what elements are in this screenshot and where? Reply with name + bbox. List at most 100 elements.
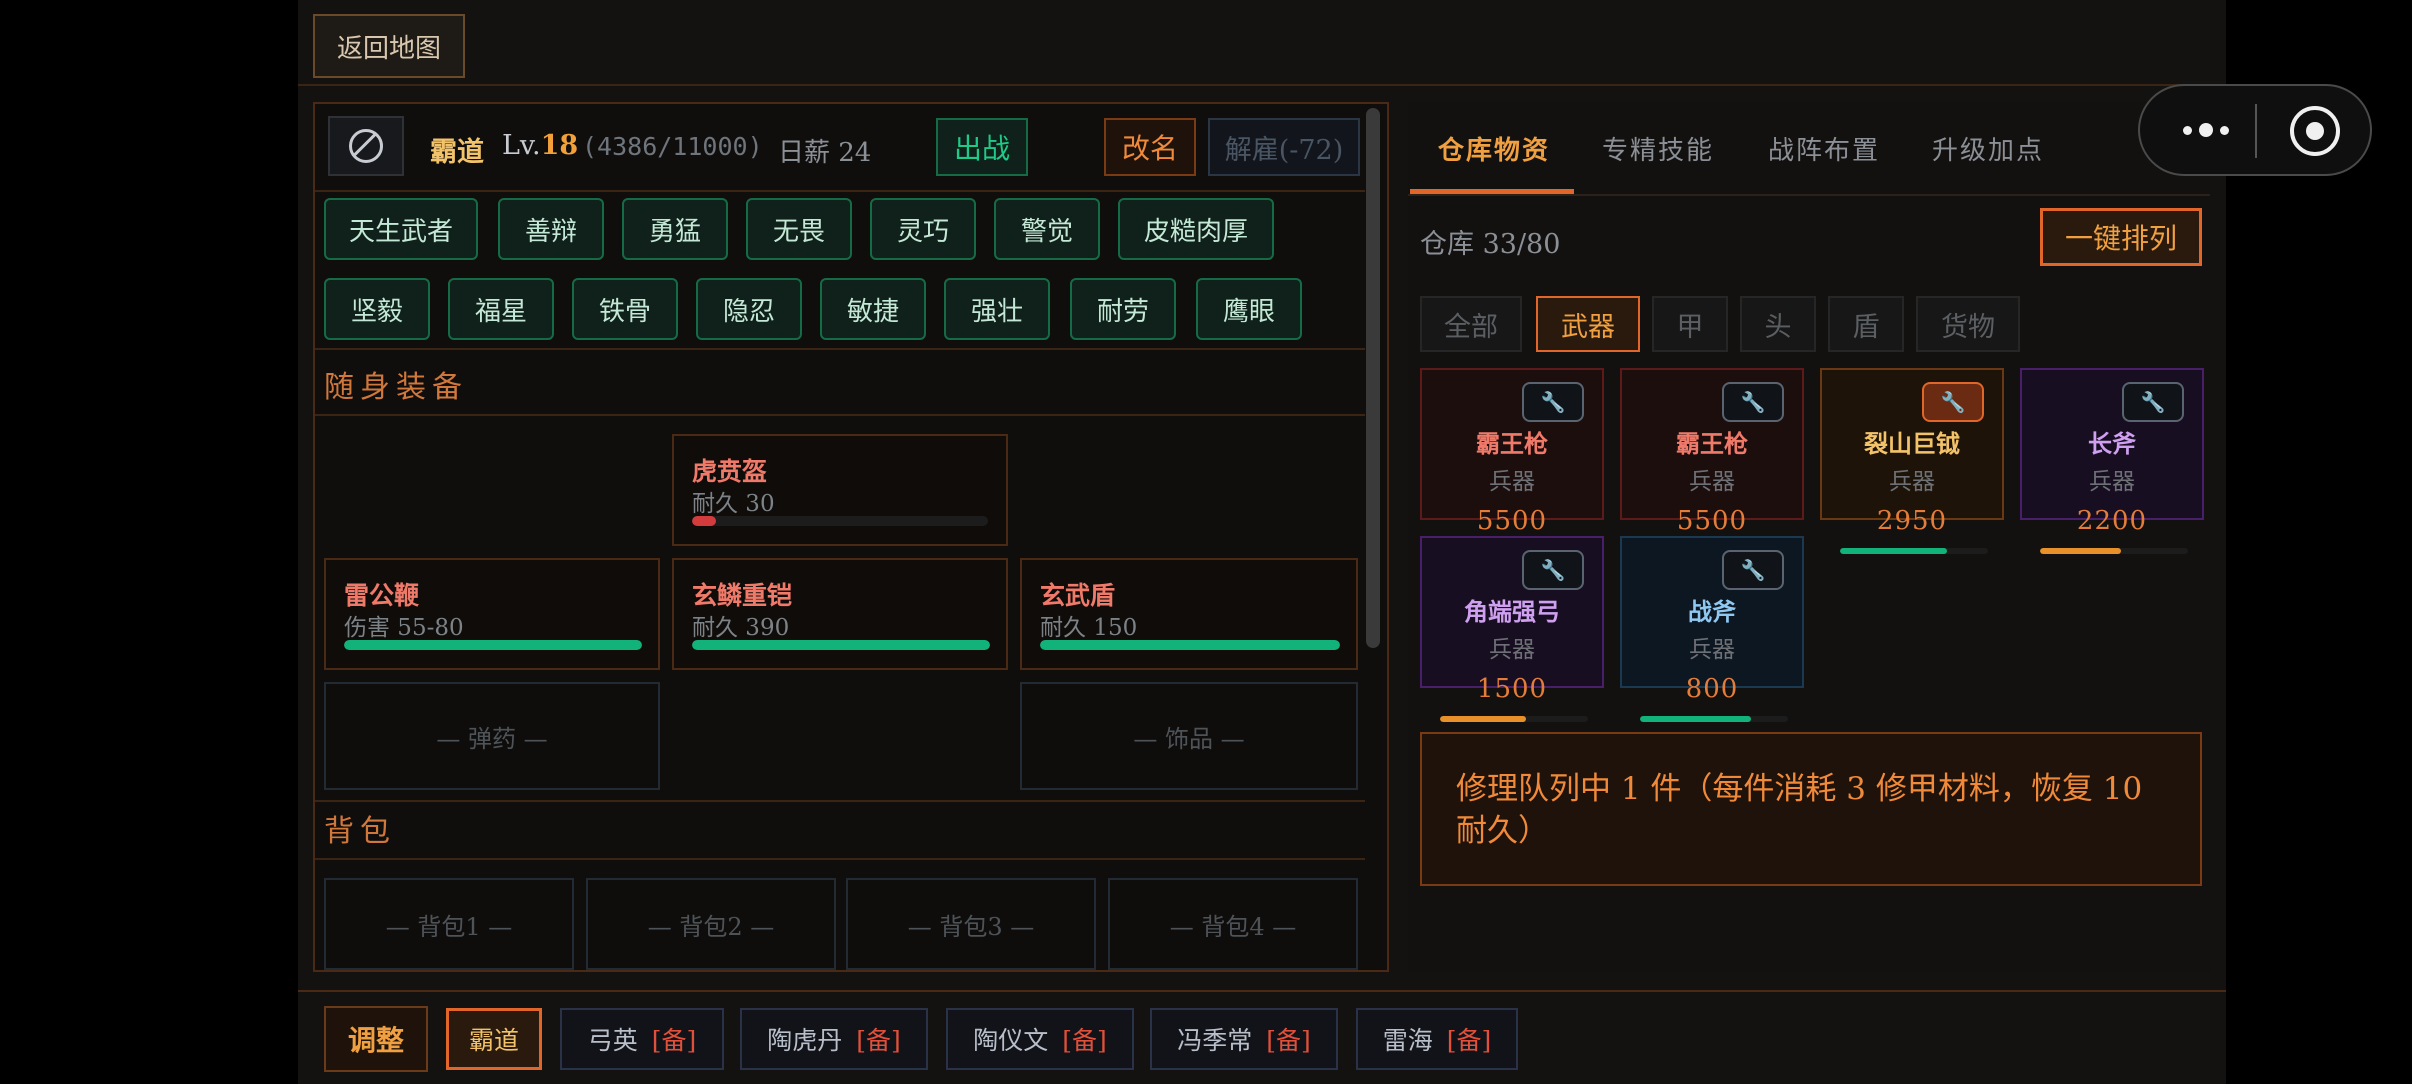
item-durability-fill — [1840, 548, 1947, 554]
item-durability-bar — [2040, 548, 2188, 554]
category-goods[interactable]: 货物 — [1916, 296, 2020, 352]
item-price: 5500 — [1476, 506, 1548, 536]
bottom-divider — [298, 990, 2226, 992]
backpack-slot[interactable]: — 背包3 — — [846, 878, 1096, 970]
squad-member[interactable]: 弓英 [备] — [560, 1008, 724, 1070]
tab-upgrade[interactable]: 升级加点 — [1932, 130, 2044, 167]
weapon-stat: 伤害 55-80 — [344, 615, 464, 641]
item-name: 角端强弓 — [1464, 597, 1560, 626]
back-to-map-button[interactable]: 返回地图 — [313, 14, 465, 78]
item-type: 兵器 — [1489, 637, 1535, 663]
trait-tag[interactable]: 天生武者 — [324, 198, 478, 260]
squad-member[interactable]: 陶虎丹 [备] — [740, 1008, 928, 1070]
tab-skills[interactable]: 专精技能 — [1602, 130, 1714, 167]
trait-tag[interactable]: 警觉 — [994, 198, 1100, 260]
backpack-divider — [315, 858, 1365, 860]
item-durability-bar — [1640, 716, 1788, 722]
panel-scrollbar[interactable] — [1366, 108, 1380, 648]
backpack-slot[interactable]: — 背包1 — — [324, 878, 574, 970]
category-head[interactable]: 头 — [1740, 296, 1816, 352]
more-dots-icon[interactable] — [2170, 110, 2242, 150]
trait-tag[interactable]: 无畏 — [746, 198, 852, 260]
helmet-stat: 耐久 30 — [692, 491, 775, 517]
hero-salary: 日薪 24 — [778, 138, 872, 168]
item-card[interactable]: 🔧 战斧 兵器 800 — [1620, 536, 1804, 722]
backpack-slot[interactable]: — 背包2 — — [586, 878, 836, 970]
accessory-slot[interactable]: — 饰品 — — [1020, 682, 1358, 790]
target-circle-icon[interactable] — [2290, 106, 2340, 156]
hero-level: Lv.18 — [502, 130, 578, 161]
item-price: 2200 — [2076, 506, 2148, 536]
item-name: 长斧 — [2088, 429, 2136, 458]
ammo-slot[interactable]: — 弹药 — — [324, 682, 660, 790]
shield-durability-fill — [1040, 640, 1340, 650]
category-weapon[interactable]: 武器 — [1536, 296, 1640, 352]
item-name: 裂山巨钺 — [1864, 429, 1960, 458]
deploy-button[interactable]: 出战 — [936, 118, 1028, 176]
item-type: 兵器 — [1489, 469, 1535, 495]
shield-slot[interactable]: 玄武盾 耐久 150 — [1020, 558, 1358, 670]
armor-slot[interactable]: 玄鳞重铠 耐久 390 — [672, 558, 1008, 670]
adjust-squad-button[interactable]: 调整 — [324, 1006, 428, 1072]
helmet-slot[interactable]: 虎贲盔 耐久 30 — [672, 434, 1008, 546]
squad-member-active[interactable]: 霸道 — [446, 1008, 542, 1070]
member-name: 冯季常 — [1177, 1026, 1253, 1055]
tabs-divider — [1408, 194, 2210, 196]
trait-tag[interactable]: 福星 — [448, 278, 554, 340]
trait-tag[interactable]: 鹰眼 — [1196, 278, 1302, 340]
repair-queue-notice: 修理队列中 1 件（每件消耗 3 修甲材料，恢复 10 耐久） — [1420, 732, 2202, 886]
item-card[interactable]: 🔧 长斧 兵器 2200 — [2020, 368, 2204, 554]
dismiss-button[interactable]: 解雇(-72) — [1208, 118, 1360, 176]
category-armor[interactable]: 甲 — [1652, 296, 1728, 352]
weapon-durability-bar — [344, 640, 642, 650]
trait-tag[interactable]: 皮糙肉厚 — [1118, 198, 1274, 260]
armor-durability-fill — [692, 640, 990, 650]
member-name: 雷海 — [1382, 1026, 1433, 1055]
item-durability-fill — [1440, 716, 1526, 722]
hero-name: 霸道 — [430, 137, 484, 168]
wrench-icon[interactable]: 🔧 — [1522, 550, 1584, 590]
item-card[interactable]: 🔧 角端强弓兵器 1500 — [1420, 536, 1604, 722]
member-name: 霸道 — [468, 1026, 519, 1055]
shield-durability-bar — [1040, 640, 1340, 650]
armor-durability-bar — [692, 640, 990, 650]
tab-formation[interactable]: 战阵布置 — [1768, 130, 1880, 167]
auto-sort-button[interactable]: 一键排列 — [2040, 208, 2202, 266]
rename-button[interactable]: 改名 — [1104, 118, 1196, 176]
member-name: 陶虎丹 — [767, 1026, 843, 1055]
item-durability-bar — [1840, 548, 1988, 554]
wrench-icon[interactable]: 🔧 — [1722, 550, 1784, 590]
category-shield[interactable]: 盾 — [1828, 296, 1904, 352]
trait-tag[interactable]: 坚毅 — [324, 278, 430, 340]
wrench-icon[interactable]: 🔧 — [1722, 382, 1784, 422]
trait-tag[interactable]: 灵巧 — [870, 198, 976, 260]
hero-avatar[interactable] — [328, 116, 404, 176]
wrench-icon[interactable]: 🔧 — [1922, 382, 1984, 422]
wrench-icon[interactable]: 🔧 — [1522, 382, 1584, 422]
item-card[interactable]: 🔧 霸王枪 兵器 5500 — [1420, 368, 1604, 554]
armor-name: 玄鳞重铠 — [692, 581, 793, 610]
trait-tag[interactable]: 敏捷 — [820, 278, 926, 340]
tab-warehouse[interactable]: 仓库物资 — [1438, 130, 1550, 167]
trait-tag[interactable]: 耐劳 — [1070, 278, 1176, 340]
trait-tag[interactable]: 善辩 — [498, 198, 604, 260]
squad-member[interactable]: 陶仪文 [备] — [946, 1008, 1134, 1070]
hero-exp: (4386/11000) — [582, 132, 763, 161]
armor-stat: 耐久 390 — [692, 615, 790, 641]
category-all[interactable]: 全部 — [1420, 296, 1522, 352]
header-divider — [298, 84, 2226, 86]
backpack-slot[interactable]: — 背包4 — — [1108, 878, 1358, 970]
item-card[interactable]: 🔧 裂山巨钺 兵器 2950 — [1820, 368, 2004, 554]
squad-member[interactable]: 雷海 [备] — [1356, 1008, 1518, 1070]
squad-member[interactable]: 冯季常 [备] — [1150, 1008, 1338, 1070]
weapon-slot[interactable]: 雷公鞭 伤害 55-80 — [324, 558, 660, 670]
trait-tag[interactable]: 强壮 — [944, 278, 1050, 340]
trait-tag[interactable]: 铁骨 — [572, 278, 678, 340]
trait-tag[interactable]: 勇猛 — [622, 198, 728, 260]
item-card[interactable]: 🔧 霸王枪 兵器 5500 — [1620, 368, 1804, 554]
reserve-tag: [备] — [856, 1026, 901, 1055]
trait-tag[interactable]: 隐忍 — [696, 278, 802, 340]
wrench-icon[interactable]: 🔧 — [2122, 382, 2184, 422]
helmet-durability-fill — [692, 516, 716, 526]
item-price: 1500 — [1476, 674, 1548, 704]
